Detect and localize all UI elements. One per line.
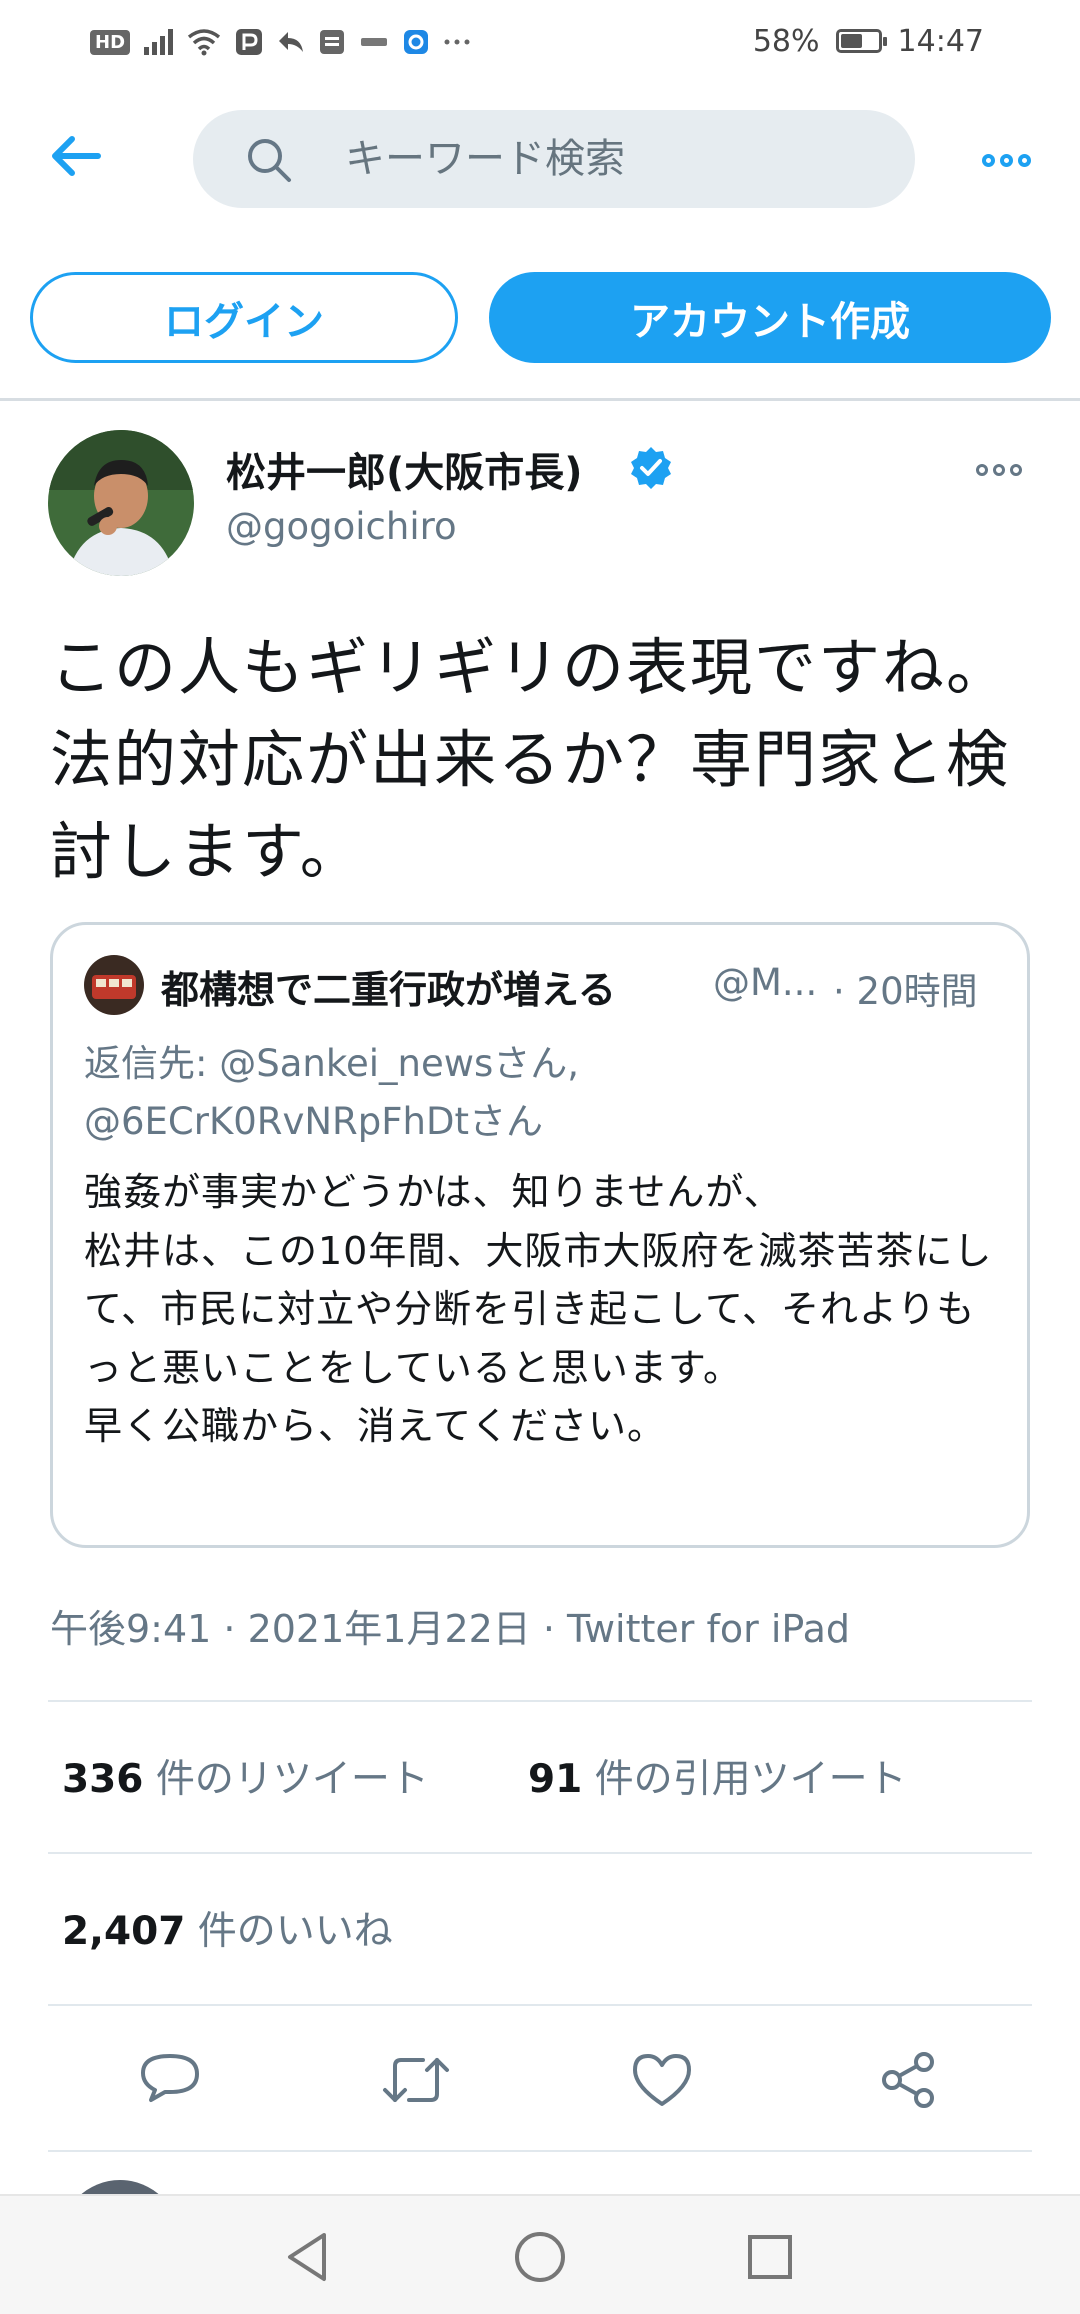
battery-percent: 58%	[752, 23, 820, 59]
divider	[48, 1852, 1032, 1854]
header-divider	[0, 398, 1080, 401]
quotes-label: 件の引用ツイート	[582, 1757, 907, 1802]
retweets-count: 336	[62, 1757, 144, 1802]
battery-icon	[835, 29, 887, 53]
search-icon	[248, 139, 291, 182]
system-navigation-bar	[0, 2194, 1080, 2314]
nav-recents-button[interactable]	[735, 2222, 805, 2292]
nav-back-button[interactable]	[272, 2222, 342, 2292]
signal-icon	[144, 29, 174, 55]
reply-to-user-1[interactable]: @Sankei_newsさん,	[219, 1042, 579, 1085]
retweet-button[interactable]	[376, 2040, 456, 2120]
reply-to-prefix: 返信先:	[84, 1042, 208, 1085]
divider	[48, 2004, 1032, 2006]
bank-app-icon	[361, 38, 388, 46]
square-recents-icon	[748, 2235, 792, 2279]
reply-to: 返信先: @Sankei_newsさん, @6ECrK0RvNRpFhDtさん	[84, 1035, 579, 1151]
quotes-count: 91	[528, 1757, 583, 1802]
quoted-tweet-card[interactable]: 都構想で二重行政が増える @M... · 20時間 返信先: @Sankei_n…	[50, 922, 1030, 1548]
blue-app-icon	[404, 30, 429, 54]
retweet-icon	[383, 2058, 449, 2102]
quoted-author-handle: @M...	[713, 961, 818, 1004]
more-notifications-icon	[444, 39, 470, 45]
more-options-button[interactable]	[966, 130, 1046, 190]
reply-to-user-2[interactable]: @6ECrK0RvNRpFhDtさん	[84, 1100, 543, 1143]
reply-icon	[141, 2054, 199, 2102]
more-horizontal-icon	[976, 464, 1022, 476]
share-icon	[882, 2052, 934, 2108]
quoted-author-avatar	[84, 955, 144, 1015]
login-button[interactable]: ログイン	[30, 272, 458, 363]
nav-home-button[interactable]	[505, 2222, 575, 2292]
more-horizontal-icon	[981, 153, 1031, 167]
search-input[interactable]	[345, 110, 885, 208]
author-handle[interactable]: @gogoichiro	[226, 505, 457, 548]
verified-badge-icon	[631, 447, 671, 489]
reply-notification-icon	[279, 32, 304, 52]
divider	[48, 2150, 1032, 2152]
tweet-text: この人もギリギリの表現ですね。法的対応が出来るか？専門家と検討します。	[50, 631, 1011, 888]
status-right: 58% 14:47	[753, 16, 984, 66]
arrow-left-icon	[52, 136, 101, 176]
retweets-stat[interactable]: 336 件のリツイート	[62, 1748, 429, 1804]
retweets-label: 件のリツイート	[143, 1757, 429, 1802]
quoted-author-name: 都構想で二重行政が増える	[161, 968, 616, 1012]
reply-button[interactable]	[130, 2040, 210, 2120]
like-button[interactable]	[622, 2040, 702, 2120]
tweet-timestamp-source: 午後9:41 · 2021年1月22日 · Twitter for iPad	[50, 1607, 850, 1651]
likes-stat[interactable]: 2,407 件のいいね	[62, 1900, 393, 1956]
quoted-timestamp: · 20時間	[833, 970, 978, 1013]
status-bar: HD 58% 14:47	[0, 0, 1080, 84]
status-icons: HD	[90, 20, 471, 64]
likes-label: 件のいいね	[185, 1909, 393, 1954]
share-button[interactable]	[868, 2040, 948, 2120]
circle-home-icon	[515, 2232, 565, 2282]
quote-tweets-stat[interactable]: 91 件の引用ツイート	[528, 1748, 907, 1804]
author-name[interactable]: 松井一郎(大阪市長)	[226, 440, 583, 498]
likes-count: 2,407	[62, 1909, 186, 1954]
search-bar[interactable]	[193, 110, 915, 208]
p-app-icon	[236, 29, 263, 55]
tweet-more-button[interactable]	[976, 455, 1046, 485]
quoted-tweet-text: 強姦が事実かどうかは、知りませんが、 松井は、この10年間、大阪市大阪府を滅茶苦…	[84, 1170, 993, 1448]
clock: 14:47	[897, 23, 984, 59]
triangle-back-icon	[288, 2233, 326, 2281]
author-avatar[interactable]	[48, 430, 194, 576]
heart-icon	[633, 2054, 691, 2106]
wifi-icon	[187, 29, 221, 56]
signup-button[interactable]: アカウント作成	[489, 272, 1051, 363]
hd-badge: HD	[90, 29, 131, 55]
back-button[interactable]	[40, 120, 112, 192]
app-badge-icon	[320, 30, 345, 54]
divider	[48, 1700, 1032, 1702]
